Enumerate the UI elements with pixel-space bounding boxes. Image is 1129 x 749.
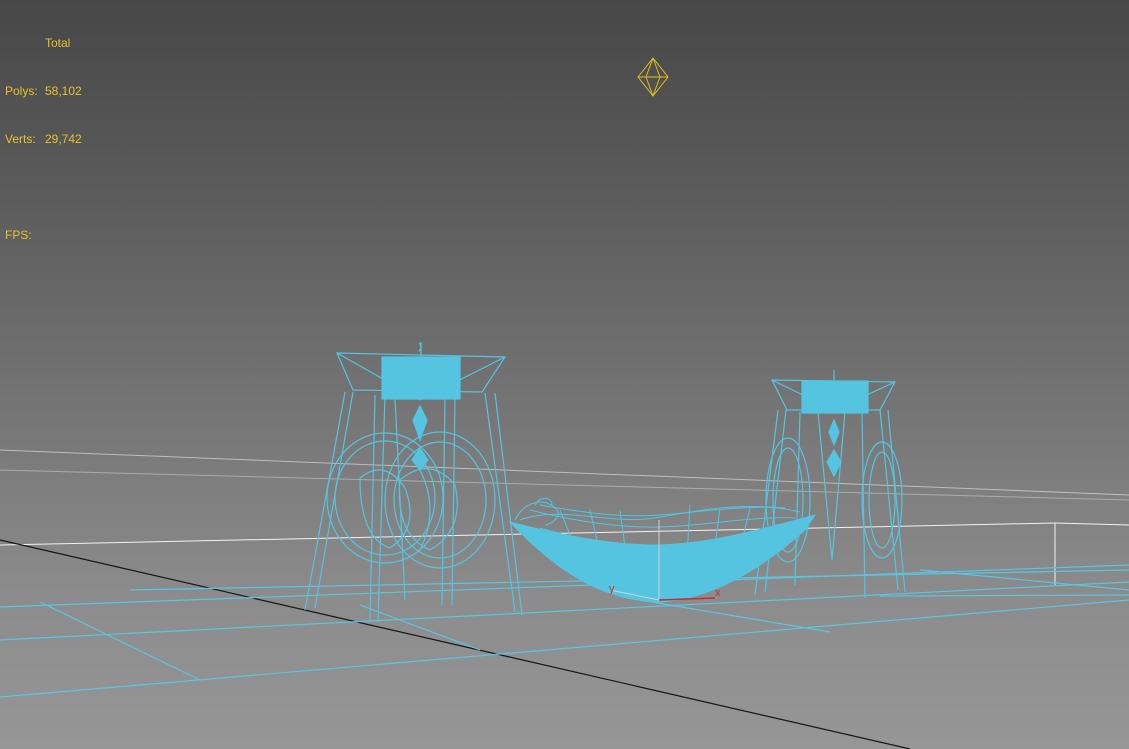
verts-label: Verts: <box>5 132 36 146</box>
polys-stat: Polys: 58,102 <box>5 83 82 99</box>
left-candle-stand[interactable] <box>304 342 523 623</box>
stats-column-header: Total <box>45 36 71 50</box>
omni-light-icon[interactable] <box>637 57 669 97</box>
perspective-viewport[interactable]: x y Total Polys: 58,102 Verts: 29,742 FPS: <box>0 0 1129 749</box>
right-candle-stand[interactable] <box>754 370 906 599</box>
scene-canvas[interactable]: x y <box>0 0 1129 749</box>
verts-value: 29,742 <box>45 132 82 146</box>
verts-stat: Verts: 29,742 <box>5 131 82 147</box>
fps-label: FPS: <box>5 228 32 242</box>
stats-spacer <box>5 179 82 195</box>
polys-label: Polys: <box>5 84 38 98</box>
gizmo-y-label: y <box>609 583 615 595</box>
floor-grid <box>0 564 1129 698</box>
polys-value: 58,102 <box>45 84 82 98</box>
home-grid-axis <box>0 539 911 749</box>
gizmo-x-label: x <box>715 587 721 599</box>
viewport-statistics: Total Polys: 58,102 Verts: 29,742 FPS: <box>5 3 82 275</box>
fps-stat: FPS: <box>5 227 82 243</box>
